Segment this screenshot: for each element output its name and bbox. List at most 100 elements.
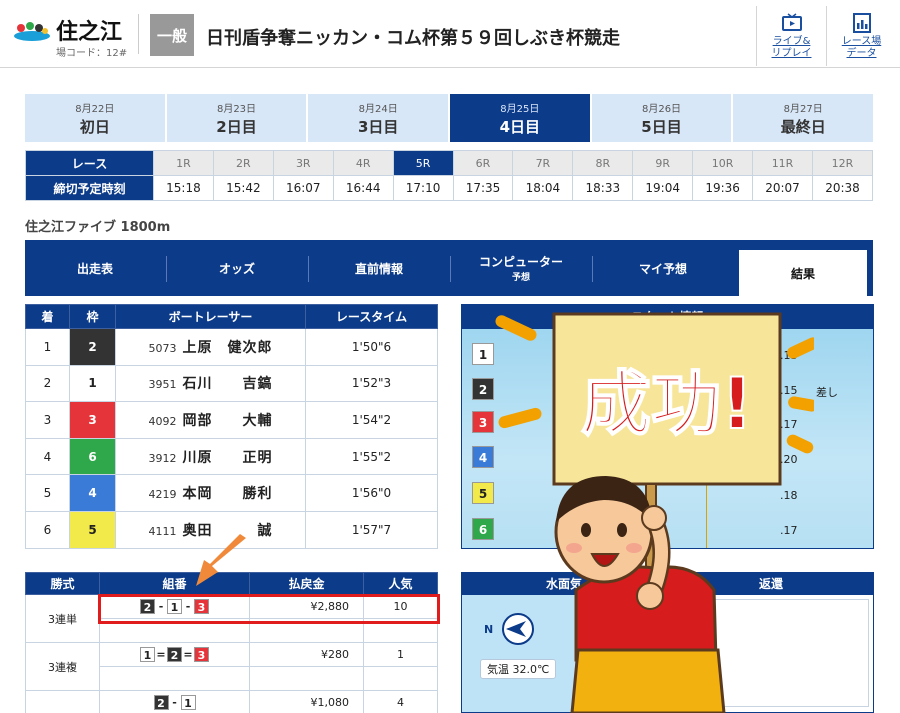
venue-logo-icon xyxy=(14,22,50,41)
race-tab-7r[interactable]: 7R xyxy=(512,150,574,176)
deadline-time: 16:44 xyxy=(332,175,394,201)
venue-data-label-1: レース場 xyxy=(841,36,882,47)
combo-boat: 1 xyxy=(140,647,155,662)
race-tab-2r[interactable]: 2R xyxy=(212,150,274,176)
race-tab-11r[interactable]: 11R xyxy=(752,150,813,176)
col-waku: 枠 xyxy=(69,304,116,329)
empty-cell xyxy=(363,666,438,691)
payout-amount: ¥280 xyxy=(249,642,364,667)
race-tab-10r[interactable]: 10R xyxy=(692,150,754,176)
venue-code: 場コード：12# xyxy=(56,48,128,59)
combo-sep: = xyxy=(183,647,193,661)
racer-cell: 3912 川原 正明 xyxy=(115,437,306,476)
col-rank: 着 xyxy=(25,304,70,329)
waku-number: 1 xyxy=(69,364,116,403)
rank: 6 xyxy=(25,510,70,549)
race-tab-6r[interactable]: 6R xyxy=(452,150,514,176)
table-row: 2 1 3951 石川 吉鎬 1'52"3 xyxy=(25,364,438,403)
live-replay-button[interactable]: ライブ& リプレイ xyxy=(756,6,826,66)
race-time: 1'55"2 xyxy=(305,437,438,476)
lane-3-boat: 3 xyxy=(472,411,494,433)
day-tab-6[interactable]: 8月27日 最終日 xyxy=(733,94,874,142)
tab-my-prediction[interactable]: マイ予想 xyxy=(593,240,733,296)
deadline-time: 17:35 xyxy=(452,175,514,201)
tab-results[interactable]: 結果 xyxy=(739,250,867,296)
day-date: 8月25日 xyxy=(500,104,540,115)
combo-boat: 3 xyxy=(194,647,209,662)
table-row: 5 4 4219 本岡 勝利 1'56"0 xyxy=(25,474,438,512)
tv-icon xyxy=(781,13,802,31)
race-tab-8r[interactable]: 8R xyxy=(572,150,634,176)
racer-name[interactable]: 石川 吉鎬 xyxy=(177,376,273,392)
race-tab-9r[interactable]: 9R xyxy=(632,150,694,176)
race-time: 1'54"2 xyxy=(305,401,438,439)
bet-type: 3連単 xyxy=(25,594,100,643)
tab-label: マイ予想 xyxy=(638,261,687,276)
col-racer: ボートレーサー xyxy=(115,304,306,329)
payout-amount: ¥1,080 xyxy=(249,690,364,713)
waku-number: 2 xyxy=(69,328,116,366)
tab-pre-race-info[interactable]: 直前情報 xyxy=(309,240,449,296)
tab-odds[interactable]: オッズ xyxy=(167,240,307,296)
col-payout: 払戻金 xyxy=(249,572,364,595)
race-tab-3r[interactable]: 3R xyxy=(272,150,334,176)
tab-label: 結果 xyxy=(790,266,815,281)
racer-name[interactable]: 本岡 勝利 xyxy=(177,486,273,502)
live-replay-label-2: リプレイ xyxy=(771,48,812,59)
deadline-time: 19:04 xyxy=(632,175,694,201)
venue-data-button[interactable]: レース場 データ xyxy=(826,6,896,66)
sign-text: 成功! xyxy=(581,363,753,445)
racer-cell: 4219 本岡 勝利 xyxy=(115,474,306,512)
racer-name[interactable]: 川原 正明 xyxy=(177,450,273,466)
race-label: レース xyxy=(25,150,154,176)
race-tab-12r[interactable]: 12R xyxy=(811,150,874,176)
header-divider xyxy=(138,14,139,54)
chart-icon xyxy=(852,13,871,33)
success-sign-illustration-icon: 成功! xyxy=(495,312,814,713)
combo-sep: = xyxy=(156,647,166,661)
race-schedule-table: レース 1R 2R 3R 4R 5R 6R 7R 8R 9R 10R 11R 1… xyxy=(25,150,874,201)
day-label: 初日 xyxy=(79,118,110,136)
table-row: 3 3 4092 岡部 大輔 1'54"2 xyxy=(25,401,438,439)
lane-4-boat: 4 xyxy=(472,446,494,468)
racer-reg-number: 5073 xyxy=(148,341,177,355)
race-tab-4r[interactable]: 4R xyxy=(332,150,394,176)
deadline-time: 20:07 xyxy=(752,175,813,201)
day-date: 8月22日 xyxy=(75,104,115,115)
day-tab-1[interactable]: 8月22日初日 xyxy=(25,94,165,142)
tab-label: 直前情報 xyxy=(354,261,403,276)
racer-name[interactable]: 岡部 大輔 xyxy=(177,413,273,429)
day-tab-2[interactable]: 8月23日 2日目 xyxy=(166,94,307,142)
race-tab-5r[interactable]: 5R xyxy=(392,150,454,176)
combo-boat: 2 xyxy=(167,647,182,662)
bet-type xyxy=(25,690,100,713)
highlight-box xyxy=(98,594,440,624)
rank: 3 xyxy=(25,401,70,439)
waku-number: 6 xyxy=(69,437,116,476)
day-label: 4日目 xyxy=(499,118,541,136)
popularity: 4 xyxy=(363,690,438,713)
racer-name[interactable]: 上原 健次郎 xyxy=(177,340,273,356)
deadline-time: 18:33 xyxy=(572,175,634,201)
day-tab-4[interactable]: 8月25日 4日目 xyxy=(450,94,590,142)
empty-cell xyxy=(249,666,364,691)
venue-data-label-2: データ xyxy=(846,48,877,59)
deadline-time: 16:07 xyxy=(272,175,334,201)
day-label: 3日目 xyxy=(357,118,399,136)
lane-1-boat: 1 xyxy=(472,343,494,365)
deadline-label: 締切予定時刻 xyxy=(25,175,154,201)
day-date: 8月24日 xyxy=(358,104,398,115)
deadline-time: 20:38 xyxy=(811,175,874,201)
day-tab-5[interactable]: 8月26日 5日目 xyxy=(591,94,732,142)
race-nav-tabs: 出走表 オッズ 直前情報 コンピューター 予想 マイ予想 結果 xyxy=(25,240,873,296)
day-tab-3[interactable]: 8月24日 3日目 xyxy=(308,94,449,142)
deadline-time: 18:04 xyxy=(512,175,574,201)
results-header: 着 枠 ボートレーサー レースタイム xyxy=(25,304,438,329)
race-tab-1r[interactable]: 1R xyxy=(153,150,214,176)
compass-n-label: N xyxy=(484,623,493,636)
deadline-time: 15:42 xyxy=(212,175,274,201)
table-row: 4 6 3912 川原 正明 1'55"2 xyxy=(25,437,438,476)
col-race-time: レースタイム xyxy=(305,304,438,329)
tab-entry-list[interactable]: 出走表 xyxy=(25,240,165,296)
tab-computer-prediction[interactable]: コンピューター 予想 xyxy=(451,240,591,296)
